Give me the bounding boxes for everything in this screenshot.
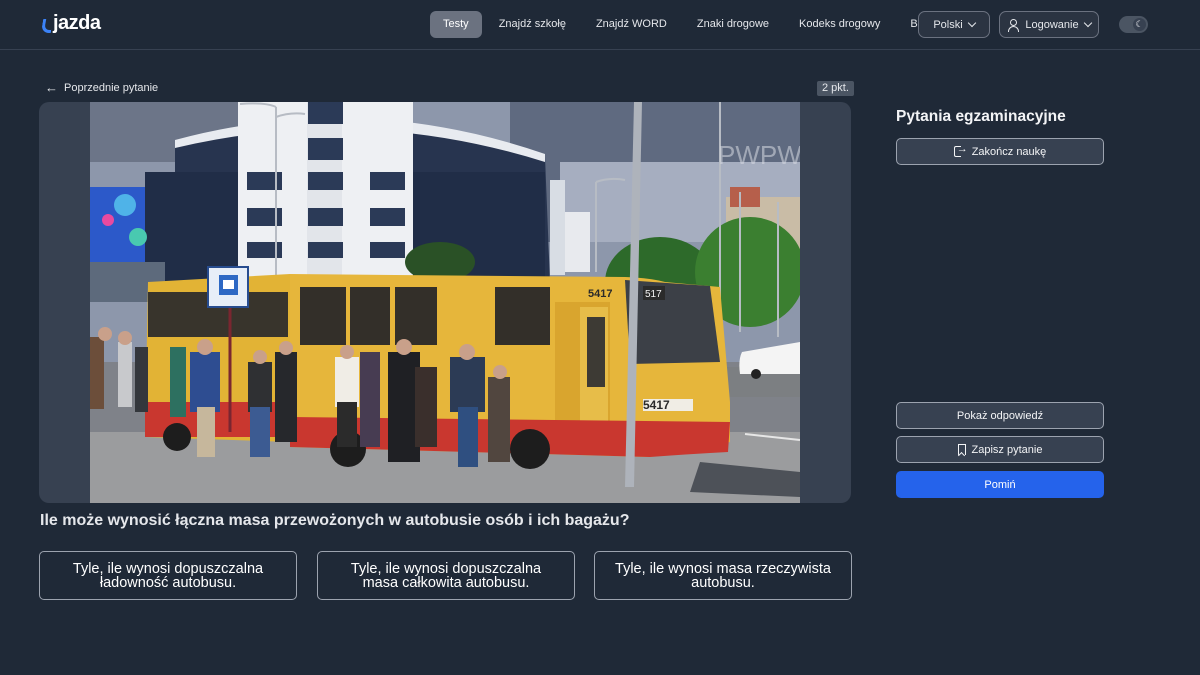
theme-toggle[interactable]: ☾	[1119, 16, 1148, 33]
previous-question-label: Poprzednie pytanie	[64, 81, 159, 94]
end-learning-label: Zakończ naukę	[971, 145, 1047, 158]
skip-label: Pomiń	[984, 478, 1016, 491]
skip-button[interactable]: Pomiń	[896, 471, 1104, 498]
show-answer-label: Pokaż odpowiedź	[956, 409, 1044, 422]
question-image: PWPW 5417 5417 517	[90, 102, 800, 503]
chevron-down-icon	[1083, 18, 1092, 28]
login-label: Logowanie	[1025, 18, 1079, 31]
logo-mark-icon	[40, 19, 54, 33]
show-answer-button[interactable]: Pokaż odpowiedź	[896, 402, 1104, 429]
top-navbar: jazda Testy Znajdź szkołę Znajdź WORD Zn…	[0, 0, 1200, 50]
user-icon	[1007, 18, 1020, 32]
route-number: 517	[645, 289, 662, 300]
points-badge: 2 pkt.	[817, 81, 854, 96]
login-dropdown[interactable]: Logowanie	[999, 11, 1099, 38]
save-question-label: Zapisz pytanie	[971, 443, 1043, 456]
save-question-button[interactable]: Zapisz pytanie	[896, 436, 1104, 463]
nav-road-signs[interactable]: Znaki drogowe	[684, 11, 782, 38]
logo-text: jazda	[53, 12, 101, 34]
answer-option-1[interactable]: Tyle, ile wynosi dopuszczalna ładowność …	[39, 551, 297, 600]
bookmark-icon	[957, 444, 966, 455]
answer-option-2[interactable]: Tyle, ile wynosi dopuszczalna masa całko…	[317, 551, 575, 600]
end-learning-button[interactable]: Zakończ naukę	[896, 138, 1104, 165]
arrow-left-icon: ←	[45, 80, 58, 95]
previous-question-link[interactable]: ← Poprzednie pytanie	[45, 81, 158, 94]
chevron-down-icon	[967, 18, 976, 28]
answer-option-3[interactable]: Tyle, ile wynosi masa rzeczywista autobu…	[594, 551, 852, 600]
logo[interactable]: jazda	[40, 12, 101, 35]
language-label: Polski	[933, 18, 963, 31]
panel-title: Pytania egzaminacyjne	[896, 108, 1066, 125]
nav-highway-code[interactable]: Kodeks drogowy	[786, 11, 893, 38]
bus-number-front: 5417	[643, 398, 670, 412]
bus-number-side: 5417	[588, 288, 612, 300]
exit-icon	[953, 143, 968, 157]
watermark-text: PWPW	[718, 140, 800, 170]
nav-tests[interactable]: Testy	[430, 11, 482, 38]
nav-find-word[interactable]: Znajdź WORD	[583, 11, 680, 38]
question-media: PWPW 5417 5417 517	[39, 102, 851, 503]
language-dropdown[interactable]: Polski	[918, 11, 990, 38]
main-nav: Testy Znajdź szkołę Znajdź WORD Znaki dr…	[430, 11, 949, 38]
nav-find-school[interactable]: Znajdź szkołę	[486, 11, 579, 38]
moon-icon: ☾	[1133, 18, 1146, 31]
question-text: Ile może wynosić łączna masa przewożonyc…	[40, 512, 630, 529]
